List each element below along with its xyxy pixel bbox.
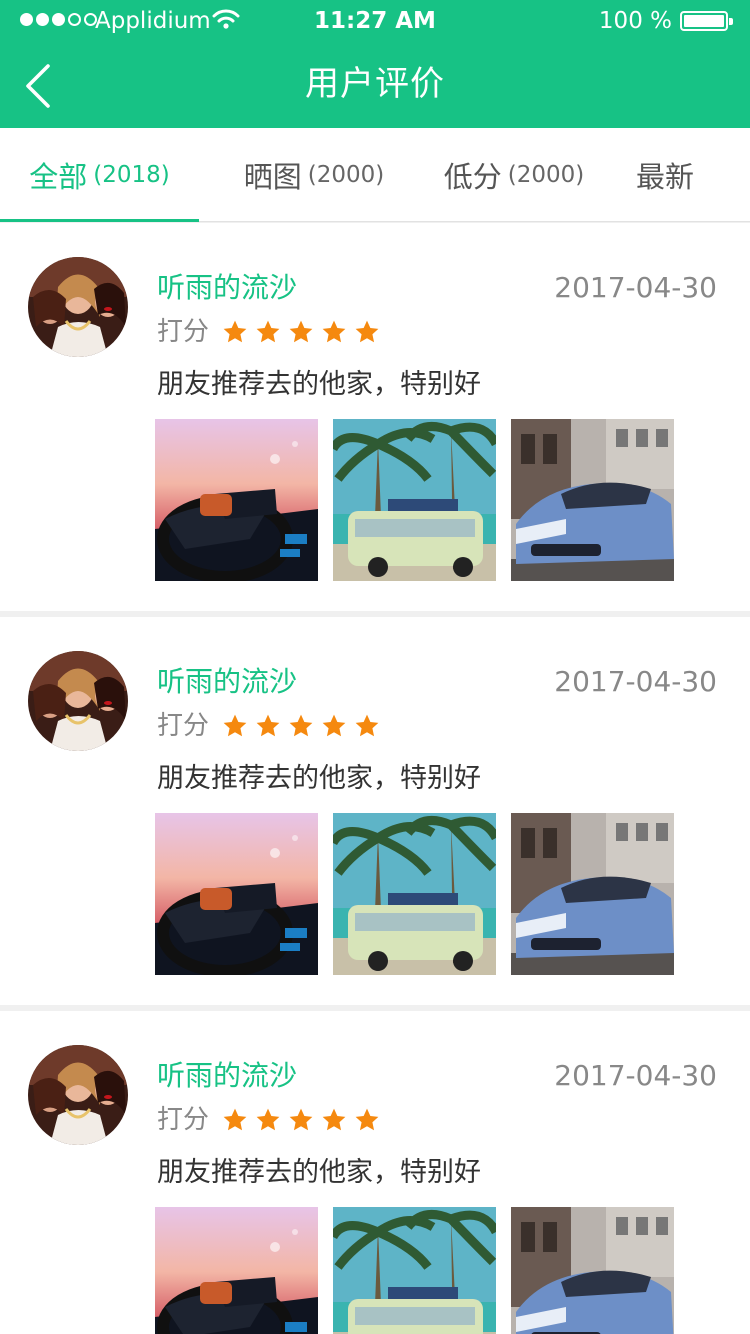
tab-count: (2018): [93, 162, 170, 188]
header: Applidium 11:27 AM 100 % 用户评价: [0, 0, 750, 128]
star-icon: [256, 320, 280, 343]
photo-van[interactable]: [333, 419, 496, 581]
rating-label: 打分: [157, 711, 210, 741]
reviewer-name[interactable]: 听雨的流沙: [157, 1059, 297, 1093]
rating-label: 打分: [157, 317, 210, 347]
star-icon: [355, 320, 379, 343]
reviewer-name[interactable]: 听雨的流沙: [157, 271, 297, 305]
photo-driving[interactable]: [155, 1207, 318, 1334]
avatar[interactable]: [28, 257, 128, 357]
star-rating: [222, 319, 380, 345]
tab-label: 低分: [443, 160, 502, 194]
review-text: 朋友推荐去的他家，特别好: [157, 369, 481, 400]
star-icon: [223, 1108, 247, 1131]
tab-count: (2000): [507, 162, 585, 188]
tab-latest[interactable]: 最新: [615, 128, 715, 222]
photo-driving[interactable]: [155, 813, 318, 975]
review-text: 朋友推荐去的他家，特别好: [157, 1157, 481, 1188]
active-tab-indicator: [0, 219, 199, 222]
star-icon: [289, 320, 313, 343]
review-card: 听雨的流沙 2017-04-30 打分 朋友推荐去的他家，特别好: [0, 1011, 750, 1334]
review-photos: [155, 1207, 674, 1334]
review-photos: [155, 813, 674, 975]
review-photos: [155, 419, 674, 581]
photo-van[interactable]: [333, 813, 496, 975]
battery-icon: [680, 11, 733, 31]
star-icon: [355, 714, 379, 737]
photo-driving[interactable]: [155, 419, 318, 581]
photo-car[interactable]: [511, 419, 674, 581]
tab-count: (2000): [307, 162, 385, 188]
star-rating: [222, 713, 380, 739]
avatar[interactable]: [28, 651, 128, 751]
review-text: 朋友推荐去的他家，特别好: [157, 763, 481, 794]
photo-car[interactable]: [511, 813, 674, 975]
review-date: 2017-04-30: [554, 665, 717, 698]
review-card: 听雨的流沙 2017-04-30 打分 朋友推荐去的他家，特别好: [0, 617, 750, 1005]
page-title: 用户评价: [305, 64, 445, 104]
star-icon: [256, 714, 280, 737]
review-card: 听雨的流沙 2017-04-30 打分 朋友推荐去的他家，特别好: [0, 223, 750, 611]
star-icon: [223, 714, 247, 737]
tab-label: 最新: [635, 160, 694, 194]
battery-percent: 100 %: [598, 8, 672, 34]
tab-all[interactable]: 全部 (2018): [0, 128, 199, 222]
star-icon: [256, 1108, 280, 1131]
star-rating: [222, 1107, 380, 1133]
avatar[interactable]: [28, 1045, 128, 1145]
tab-low-score[interactable]: 低分 (2000): [418, 128, 610, 222]
photo-van[interactable]: [333, 1207, 496, 1334]
reviews-page: Applidium 11:27 AM 100 % 用户评价 全部 (2018) 晒…: [0, 0, 750, 1334]
star-icon: [223, 320, 247, 343]
rating-label: 打分: [157, 1105, 210, 1135]
star-icon: [322, 714, 346, 737]
star-icon: [355, 1108, 379, 1131]
review-date: 2017-04-30: [554, 271, 717, 304]
photo-car[interactable]: [511, 1207, 674, 1334]
tab-photos[interactable]: 晒图 (2000): [214, 128, 414, 222]
review-date: 2017-04-30: [554, 1059, 717, 1092]
status-bar: Applidium 11:27 AM 100 %: [0, 0, 750, 40]
star-icon: [289, 1108, 313, 1131]
star-icon: [322, 1108, 346, 1131]
tab-label: 全部: [29, 160, 88, 194]
filter-tabs: 全部 (2018) 晒图 (2000) 低分 (2000) 最新: [0, 128, 750, 222]
reviewer-name[interactable]: 听雨的流沙: [157, 665, 297, 699]
tab-label: 晒图: [243, 160, 302, 194]
nav-bar: 用户评价: [0, 40, 750, 128]
star-icon: [322, 320, 346, 343]
star-icon: [289, 714, 313, 737]
